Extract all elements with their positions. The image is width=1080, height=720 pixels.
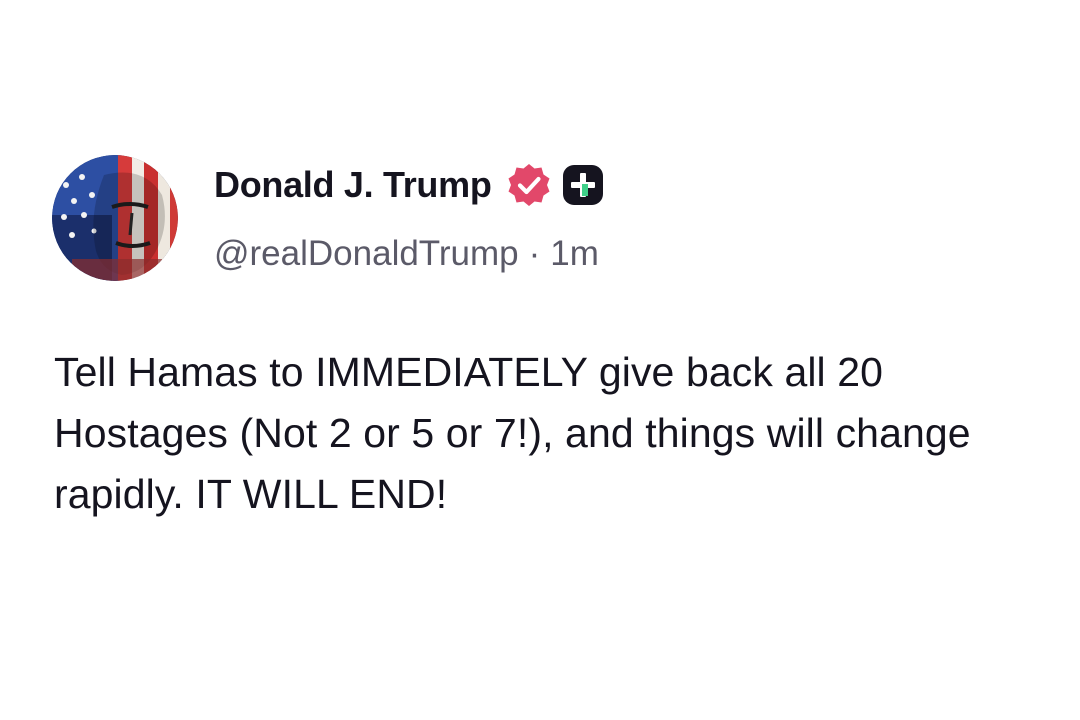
post-header: Donald J. Trump @realDonaldTrump · 1m	[214, 160, 1034, 274]
author-display-name[interactable]: Donald J. Trump	[214, 164, 492, 206]
verified-check-icon	[506, 162, 552, 208]
plus-badge-icon	[562, 164, 604, 206]
author-name-row: Donald J. Trump	[214, 160, 1034, 210]
post-card: Donald J. Trump @realDonaldTrump · 1m Te…	[0, 0, 1080, 720]
meta-separator: ·	[528, 234, 541, 273]
avatar[interactable]	[52, 155, 178, 281]
post-body-text: Tell Hamas to IMMEDIATELY give back all …	[54, 349, 971, 517]
post-timestamp[interactable]: 1m	[550, 234, 599, 274]
author-meta-row: @realDonaldTrump · 1m	[214, 234, 1034, 274]
avatar-image	[52, 155, 178, 281]
author-handle[interactable]: @realDonaldTrump	[214, 234, 519, 274]
